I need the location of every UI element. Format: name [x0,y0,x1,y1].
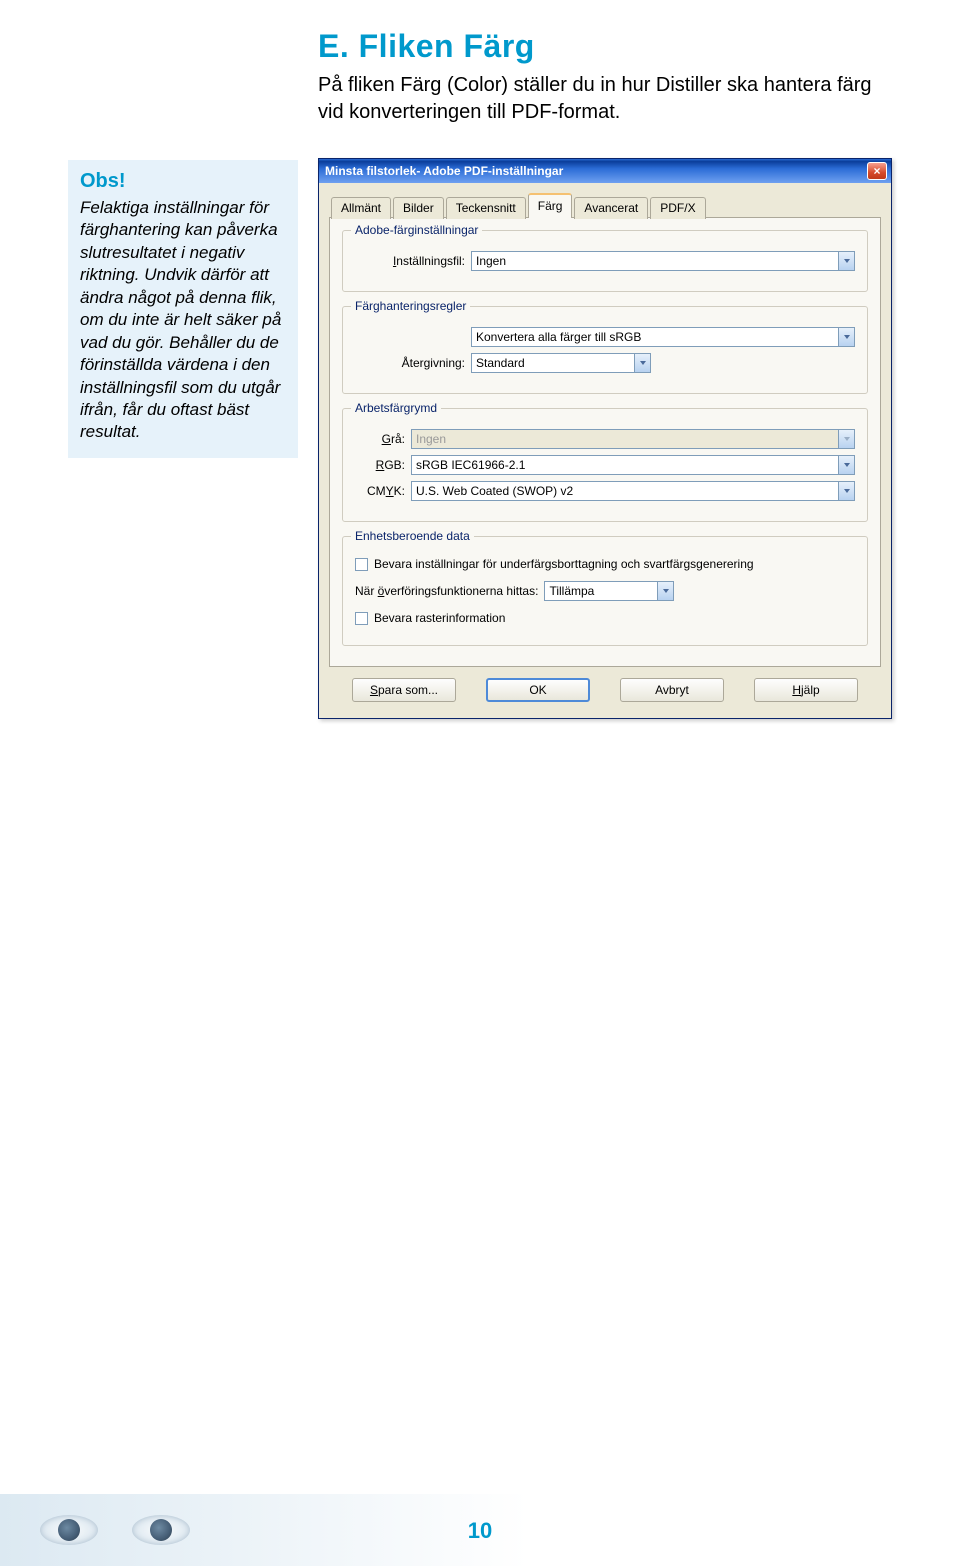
label-transfer: När överföringsfunktionerna hittas: [355,584,538,598]
chevron-down-icon [838,482,854,500]
page-number: 10 [468,1518,492,1544]
chevron-down-icon [838,328,854,346]
tab-panel-farg: Adobe-färginställningar Inställningsfil:… [329,217,881,667]
label-gray: Grå: [355,432,405,446]
dropdown-settings-file-value: Ingen [476,254,506,268]
checkbox-raster[interactable] [355,612,368,625]
titlebar[interactable]: Minsta filstorlek- Adobe PDF-inställning… [319,159,891,183]
group-title-rules: Färghanteringsregler [351,299,470,313]
dropdown-transfer[interactable]: Tillämpa [544,581,674,601]
dropdown-gray-value: Ingen [416,432,446,446]
chevron-down-icon [657,582,673,600]
group-color-rules: Färghanteringsregler Konvertera alla fär… [342,306,868,394]
label-cmyk: CMYK: [355,484,405,498]
chevron-down-icon [838,430,854,448]
eye-icon [40,1515,98,1545]
close-button[interactable]: × [867,162,887,180]
checkbox-undercolor[interactable] [355,558,368,571]
tab-pdfx[interactable]: PDF/X [650,197,705,219]
note-box: Obs! Felaktiga inställningar för färghan… [68,160,298,458]
tab-bilder[interactable]: Bilder [393,197,444,219]
eye-icon [132,1515,190,1545]
dropdown-render-value: Standard [476,356,525,370]
dropdown-render[interactable]: Standard [471,353,651,373]
dropdown-transfer-value: Tillämpa [549,584,594,598]
label-rgb: RGB: [355,458,405,472]
chevron-down-icon [838,252,854,270]
label-render: Återgivning: [355,356,465,370]
label-undercolor: Bevara inställningar för underfärgsbortt… [374,557,754,571]
group-title-adobe: Adobe-färginställningar [351,223,482,237]
dropdown-gray: Ingen [411,429,855,449]
ok-button[interactable]: OK [486,678,590,702]
chevron-down-icon [838,456,854,474]
save-as-button[interactable]: Spara som... [352,678,456,702]
tab-allmant[interactable]: Allmänt [331,197,391,219]
dropdown-convert[interactable]: Konvertera alla färger till sRGB [471,327,855,347]
cancel-button[interactable]: Avbryt [620,678,724,702]
group-adobe-color: Adobe-färginställningar Inställningsfil:… [342,230,868,292]
footer-image [0,1494,230,1566]
tab-teckensnitt[interactable]: Teckensnitt [446,197,526,219]
label-raster: Bevara rasterinformation [374,611,505,625]
dropdown-cmyk-value: U.S. Web Coated (SWOP) v2 [416,484,573,498]
dropdown-rgb[interactable]: sRGB IEC61966-2.1 [411,455,855,475]
dropdown-convert-value: Konvertera alla färger till sRGB [476,330,641,344]
tab-avancerat[interactable]: Avancerat [574,197,648,219]
group-device-data: Enhetsberoende data Bevara inställningar… [342,536,868,646]
group-title-device: Enhetsberoende data [351,529,474,543]
note-title: Obs! [80,170,286,193]
tab-strip: Allmänt Bilder Teckensnitt Färg Avancera… [329,193,881,218]
label-settings-file: Inställningsfil: [355,254,465,268]
page-heading: E. Fliken Färg [318,28,535,65]
dialog-buttons: Spara som... OK Avbryt Hjälp [329,668,881,706]
dropdown-rgb-value: sRGB IEC61966-2.1 [416,458,525,472]
dropdown-cmyk[interactable]: U.S. Web Coated (SWOP) v2 [411,481,855,501]
group-title-workspace: Arbetsfärgrymd [351,401,441,415]
page-intro: På fliken Färg (Color) ställer du in hur… [318,72,888,126]
window-title: Minsta filstorlek- Adobe PDF-inställning… [325,164,867,178]
dropdown-settings-file[interactable]: Ingen [471,251,855,271]
group-workspace: Arbetsfärgrymd Grå: Ingen RGB: sRGB IEC6… [342,408,868,522]
help-button[interactable]: Hjälp [754,678,858,702]
chevron-down-icon [634,354,650,372]
tab-farg[interactable]: Färg [528,193,573,218]
note-text: Felaktiga inställningar för färghanterin… [80,197,286,444]
pdf-settings-dialog: Minsta filstorlek- Adobe PDF-inställning… [318,158,892,719]
